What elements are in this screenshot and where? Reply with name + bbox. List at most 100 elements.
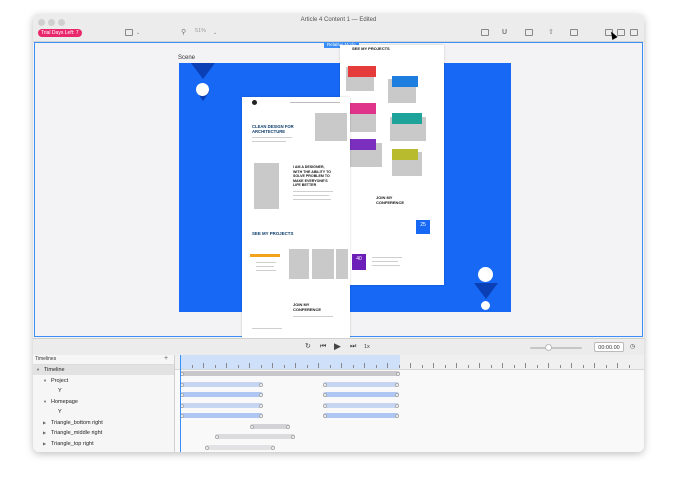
ruler-tick [295, 363, 296, 368]
timeline-row[interactable]: Y [33, 407, 174, 417]
zoom-level[interactable]: 51% [195, 28, 206, 34]
track-segment[interactable] [215, 434, 295, 439]
circle-top-left[interactable] [196, 83, 209, 96]
rewind-icon[interactable]: ⏮ [320, 343, 326, 351]
keyframe[interactable] [215, 434, 219, 439]
playback-rate[interactable]: 1x [364, 343, 370, 351]
keyframe[interactable] [250, 424, 254, 429]
keyframe[interactable] [323, 413, 327, 418]
disclosure-closed-icon[interactable]: ▶ [43, 418, 46, 428]
keyframe[interactable] [259, 413, 263, 418]
keyframe[interactable] [259, 392, 263, 397]
timeline-row[interactable]: ▶ Triangle_bottom right [33, 418, 174, 428]
timeline-row[interactable]: ▼ Homepage [33, 397, 174, 407]
zoom-chevron-icon[interactable]: ⌄ [213, 29, 217, 37]
panel-right-icon[interactable] [630, 29, 638, 36]
play-icon[interactable]: ▶ [334, 342, 341, 351]
chevron-down-icon[interactable]: ⌄ [136, 29, 140, 37]
loop-icon[interactable]: ↻ [305, 343, 311, 351]
titlebar: Article 4 Content 1 — Edited Trial Days … [33, 14, 644, 42]
track-segment[interactable] [180, 413, 263, 418]
keyframe[interactable] [395, 382, 399, 387]
forward-icon[interactable]: ⏭ [350, 343, 356, 351]
keyframe[interactable] [259, 382, 263, 387]
timeline-zoom-knob[interactable] [545, 344, 552, 351]
ruler-tick [318, 363, 319, 368]
track-segment[interactable] [323, 403, 399, 408]
ruler-tick [260, 365, 262, 368]
panel-center-icon[interactable] [617, 29, 625, 36]
timeline-zoom-slider[interactable] [530, 347, 582, 349]
playhead[interactable] [180, 355, 181, 452]
track-segment[interactable] [180, 392, 263, 397]
ruler-tick [214, 365, 216, 368]
canvas[interactable]: Relative Mode Scene SEE MY PROJECTS [34, 42, 643, 338]
keyframe[interactable] [396, 371, 400, 376]
triangle-top-left[interactable] [191, 63, 215, 79]
timeline-row[interactable]: ▼ Project [33, 376, 174, 386]
keyframe[interactable] [259, 403, 263, 408]
search-icon[interactable]: ⚲ [181, 29, 186, 37]
text-line [293, 316, 333, 317]
logo [252, 100, 257, 105]
timeline-row-label: Project [51, 377, 69, 384]
layer-checkbox-icon[interactable] [125, 29, 133, 36]
trial-badge[interactable]: Trial Days Left: 7 [38, 29, 82, 37]
timeline-row[interactable]: ▶ Triangle_middle right [33, 428, 174, 438]
track-segment[interactable] [323, 392, 399, 397]
track-segment[interactable] [180, 403, 263, 408]
timeline-row-label: Timeline [44, 367, 65, 373]
timeline-row[interactable]: ▶ Triangle_top right [33, 439, 174, 449]
disclosure-open-icon[interactable]: ▼ [43, 397, 47, 407]
circle-bottom-right-small[interactable] [481, 301, 490, 310]
triangle-bottom-right[interactable] [474, 283, 498, 299]
keyframe[interactable] [286, 424, 290, 429]
timeline-row[interactable]: Y [33, 386, 174, 396]
ruler-tick [467, 365, 469, 368]
disclosure-open-icon[interactable]: ▼ [36, 365, 40, 375]
export-icon[interactable] [525, 29, 533, 36]
ruler-tick [398, 365, 400, 368]
current-time[interactable]: 00:00.00 [594, 342, 624, 352]
ruler-tick [490, 365, 492, 368]
timeline-row-label: Y [58, 388, 62, 394]
keyframe[interactable] [323, 382, 327, 387]
panel-left-icon[interactable] [481, 29, 489, 36]
disclosure-open-icon[interactable]: ▼ [43, 376, 47, 386]
project-tag-purple [348, 139, 376, 150]
ruler-tick [594, 363, 595, 368]
time-ruler[interactable] [175, 355, 644, 370]
track-segment[interactable] [180, 371, 400, 376]
track-segment[interactable] [180, 382, 263, 387]
image-icon[interactable] [570, 29, 578, 36]
add-timeline-icon[interactable]: + [164, 355, 168, 363]
magnet-icon[interactable]: U [502, 29, 507, 37]
timeline-row[interactable]: ▼ Timeline [33, 365, 174, 375]
track-segment[interactable] [323, 382, 399, 387]
project-page[interactable]: SEE MY PROJECTS JOIN MY CONFERENCE 25 40 [340, 45, 444, 285]
timelines-title: Timelines [35, 356, 57, 362]
keyframe[interactable] [291, 434, 295, 439]
keyframe[interactable] [271, 445, 275, 450]
timeline-range[interactable] [180, 355, 400, 369]
track-segment[interactable] [250, 424, 290, 429]
keyframe[interactable] [205, 445, 209, 450]
text-line [372, 261, 398, 262]
track-segment[interactable] [205, 445, 275, 450]
timeline-row-label: Homepage [51, 398, 78, 405]
disclosure-closed-icon[interactable]: ▶ [43, 428, 46, 438]
homepage-page[interactable]: CLEAN DESIGN FOR ARCHITECTURE I AM A DES… [242, 97, 350, 338]
track-segment[interactable] [323, 413, 399, 418]
timeline-tracks[interactable] [175, 355, 644, 452]
keyframe[interactable] [395, 392, 399, 397]
keyframe[interactable] [323, 403, 327, 408]
circle-bottom-right[interactable] [478, 267, 493, 282]
ruler-tick [191, 365, 193, 368]
share-icon[interactable]: ⇧ [548, 29, 554, 37]
clock-icon[interactable]: ◷ [630, 343, 635, 351]
keyframe[interactable] [395, 413, 399, 418]
keyframe[interactable] [395, 403, 399, 408]
ruler-tick [375, 365, 377, 368]
keyframe[interactable] [323, 392, 327, 397]
disclosure-closed-icon[interactable]: ▶ [43, 439, 46, 449]
